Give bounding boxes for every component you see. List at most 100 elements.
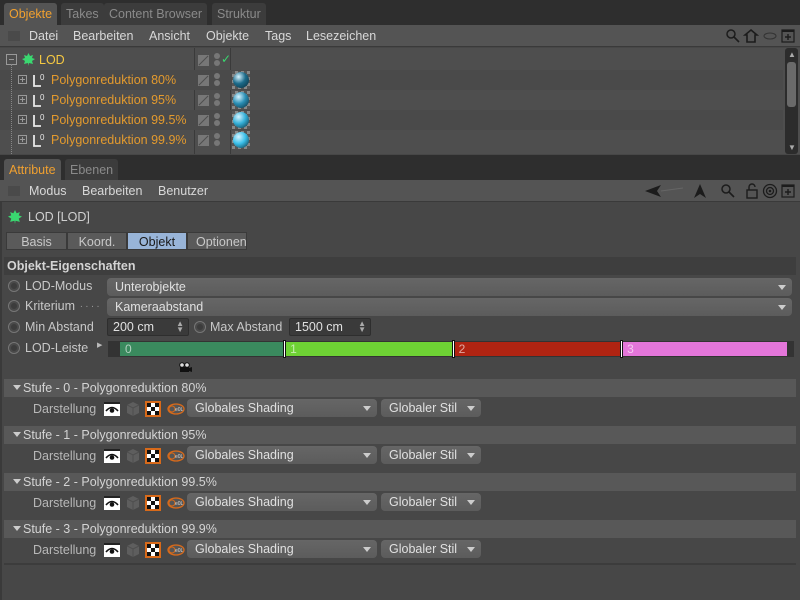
style-dropdown[interactable]: Globaler Stil [381,399,481,417]
material-tag-icon[interactable] [232,71,250,89]
scroll-down-icon[interactable]: ▼ [788,143,796,152]
collapse-triangle-icon[interactable] [13,432,21,437]
object-name[interactable]: Polygonreduktion 80% [51,73,176,87]
expand-icon[interactable] [18,115,27,124]
expand-icon[interactable] [18,135,27,144]
style-dropdown[interactable]: Globaler Stil [381,493,481,511]
lod-segment-3[interactable]: 3 [622,342,788,356]
visibility-dots-icon[interactable] [214,53,220,67]
object-row[interactable]: 0 Polygonreduktion 80% [0,70,783,90]
grip-handle-icon[interactable] [8,31,20,41]
search-icon[interactable] [725,28,741,44]
expand-icon[interactable] [18,75,27,84]
lod-shading-icon[interactable]: e0L [165,401,185,417]
tab-attribute[interactable]: Attribute [4,159,61,180]
material-tag-icon[interactable] [232,111,250,129]
object-name[interactable]: Polygonreduktion 99.9% [51,133,187,147]
cube-icon[interactable] [125,401,141,417]
menu-lesezeichen[interactable]: Lesezeichen [306,25,376,47]
visibility-dots-icon[interactable] [214,133,220,147]
lod-divider-handle[interactable] [451,340,455,358]
min-abstand-input[interactable]: 200 cm ▲ ▼ [107,318,189,336]
menu-ansicht[interactable]: Ansicht [149,25,190,47]
material-tag-icon[interactable] [232,91,250,109]
lod-segment-0[interactable]: 0 [120,342,286,356]
scroll-up-icon[interactable]: ▲ [788,50,796,59]
menu-benutzer[interactable]: Benutzer [158,180,208,202]
object-row[interactable]: 0 Polygonreduktion 99.9% [0,130,783,150]
subtab-basis[interactable]: Basis [6,232,67,250]
lod-segment-1[interactable]: 1 [285,342,454,356]
stepper-icon[interactable]: ▲ ▼ [176,320,184,334]
enabled-check-icon[interactable]: ✓ [221,52,231,66]
checkerboard-icon[interactable] [145,448,161,464]
object-row[interactable]: 0 Polygonreduktion 95% [0,90,783,110]
checkerboard-icon[interactable] [145,495,161,511]
back-arrow-icon[interactable] [645,183,685,199]
animate-radio-lod-modus[interactable] [8,280,20,292]
tab-struktur[interactable]: Struktur [212,3,266,25]
style-dropdown[interactable]: Globaler Stil [381,446,481,464]
collapse-triangle-icon[interactable] [13,385,21,390]
lod-bar[interactable]: 0123 [108,340,794,358]
kriterium-dropdown[interactable]: Kameraabstand [107,298,792,316]
checkerboard-icon[interactable] [145,401,161,417]
object-name[interactable]: Polygonreduktion 95% [51,93,176,107]
visibility-eye-icon[interactable] [104,448,120,464]
visibility-eye-icon[interactable] [104,401,120,417]
lod-divider-handle[interactable] [283,340,287,358]
editor-visibility-icon[interactable] [198,135,209,146]
style-dropdown[interactable]: Globaler Stil [381,540,481,558]
collapse-triangle-icon[interactable] [13,479,21,484]
stufe-header[interactable]: Stufe - 1 - Polygonreduktion 95% [4,426,796,444]
object-row-lod[interactable]: LOD ✓ [0,50,783,70]
menu-bearbeiten[interactable]: Bearbeiten [82,180,142,202]
expand-arrow-icon[interactable]: ▶ [97,341,102,349]
tab-objekte[interactable]: Objekte [4,3,58,25]
menu-modus[interactable]: Modus [29,180,67,202]
stufe-header[interactable]: Stufe - 0 - Polygonreduktion 80% [4,379,796,397]
stufe-header[interactable]: Stufe - 3 - Polygonreduktion 99.9% [4,520,796,538]
checkerboard-icon[interactable] [145,542,161,558]
animate-radio-kriterium[interactable] [8,300,20,312]
subtab-koord[interactable]: Koord. [67,232,127,250]
target-icon[interactable] [762,183,778,199]
tab-ebenen[interactable]: Ebenen [65,159,119,180]
lod-shading-icon[interactable]: e0L [165,542,185,558]
shading-dropdown[interactable]: Globales Shading [187,399,377,417]
lod-shading-icon[interactable]: e0L [165,448,185,464]
up-arrow-icon[interactable] [692,183,708,199]
object-name[interactable]: LOD [39,53,65,67]
menu-datei[interactable]: Datei [29,25,58,47]
new-panel-icon[interactable] [780,28,796,44]
visibility-dots-icon[interactable] [214,73,220,87]
shading-dropdown[interactable]: Globales Shading [187,446,377,464]
eye-icon[interactable] [762,28,778,44]
lod-divider-handle[interactable] [620,340,624,358]
editor-visibility-icon[interactable] [198,75,209,86]
scroll-thumb[interactable] [787,62,796,107]
editor-visibility-icon[interactable] [198,55,209,66]
visibility-dots-icon[interactable] [214,113,220,127]
stepper-icon[interactable]: ▲ ▼ [358,320,366,334]
menu-objekte[interactable]: Objekte [206,25,249,47]
new-panel-icon[interactable] [780,183,796,199]
home-icon[interactable] [743,28,759,44]
visibility-eye-icon[interactable] [104,495,120,511]
menu-tags[interactable]: Tags [265,25,291,47]
cube-icon[interactable] [125,448,141,464]
lod-modus-dropdown[interactable]: Unterobjekte [107,278,792,296]
material-tag-icon[interactable] [232,131,250,149]
cube-icon[interactable] [125,542,141,558]
visibility-dots-icon[interactable] [214,93,220,107]
animate-radio-lod-leiste[interactable] [8,342,20,354]
object-row[interactable]: 0 Polygonreduktion 99.5% [0,110,783,130]
lod-shading-icon[interactable]: e0L [165,495,185,511]
subtab-objekt[interactable]: Objekt [127,232,187,250]
editor-visibility-icon[interactable] [198,95,209,106]
visibility-eye-icon[interactable] [104,542,120,558]
tab-content-browser[interactable]: Content Browser [104,3,208,25]
search-icon[interactable] [720,183,736,199]
max-abstand-input[interactable]: 1500 cm ▲ ▼ [289,318,371,336]
lod-segment-2[interactable]: 2 [453,342,623,356]
